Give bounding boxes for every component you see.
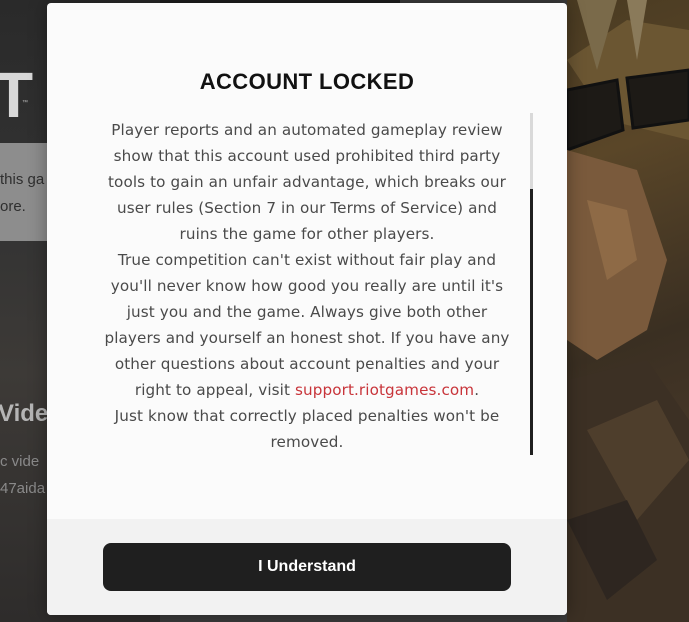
dialog-paragraph-text: True competition can't exist without fai… — [104, 251, 510, 399]
support-link[interactable]: support.riotgames.com — [295, 381, 474, 399]
background-video-line: 47aida — [0, 480, 46, 497]
background-logo-trademark: ™ — [22, 100, 28, 106]
background-card-text: this ga ore. — [0, 166, 44, 220]
dialog-paragraph: Player reports and an automated gameplay… — [108, 121, 506, 243]
dialog-body-scroll-area[interactable]: Player reports and an automated gameplay… — [97, 117, 517, 457]
background-card-line: this ga — [0, 171, 45, 188]
account-locked-dialog: ACCOUNT LOCKED Player reports and an aut… — [47, 3, 567, 615]
background-video-title: Vide — [0, 400, 49, 427]
dialog-scrollbar-thumb[interactable] — [530, 113, 533, 189]
dialog-message: Player reports and an automated gameplay… — [97, 117, 517, 455]
screen: T ™ this ga ore. Vide c vide 47aida ACCO… — [0, 0, 689, 622]
dialog-paragraph: Just know that correctly placed penaltie… — [114, 407, 500, 451]
dialog-title: ACCOUNT LOCKED — [199, 69, 415, 94]
dialog-paragraph: True competition can't exist without fai… — [97, 247, 517, 403]
background-logo: T — [0, 59, 33, 131]
background-card-line: ore. — [0, 198, 26, 215]
background-video-line: c vide — [0, 453, 40, 470]
character-illustration — [567, 0, 689, 622]
background-video-description: c vide 47aida — [0, 448, 45, 502]
dialog-paragraph-text: . — [474, 381, 480, 399]
i-understand-button[interactable]: I Understand — [103, 543, 511, 591]
background-character-art — [567, 0, 689, 622]
